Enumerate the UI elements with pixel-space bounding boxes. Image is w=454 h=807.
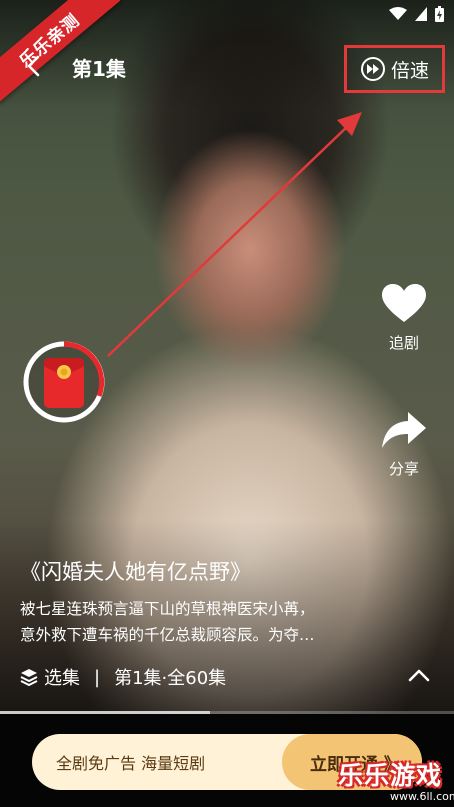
heart-icon: [382, 284, 426, 322]
synopsis-line: 意外救下遭车祸的千亿总裁顾容辰。为夺…: [20, 626, 315, 644]
follow-drama-button[interactable]: 追剧: [380, 284, 428, 353]
watermark-url: www.6ll.com: [390, 790, 454, 803]
video-player-screen[interactable]: 乐乐亲测 第1集 倍速 追剧 分享 《闪婚夫人她有亿点野》 被七星连珠预言逼下山…: [0, 0, 454, 807]
layers-icon: [20, 669, 38, 686]
drama-synopsis[interactable]: 被七星连珠预言逼下山的草根神医宋小苒， 意外救下遭车祸的千亿总裁顾容辰。为夺…: [20, 596, 360, 648]
promo-text: 全剧免广告 海量短剧: [56, 754, 206, 773]
follow-drama-label: 追剧: [388, 334, 419, 352]
watermark-brand: 乐乐游戏: [338, 761, 443, 790]
chevron-up-icon[interactable]: [408, 668, 430, 682]
episode-progress-label: 第1集·全60集: [114, 668, 227, 689]
synopsis-line: 被七星连珠预言逼下山的草根神医宋小苒，: [20, 600, 315, 618]
share-button[interactable]: 分享: [380, 410, 428, 479]
share-icon: [382, 412, 426, 448]
site-watermark: 乐乐游戏 www.6ll.com: [338, 756, 454, 807]
separator: |: [94, 666, 101, 688]
share-label: 分享: [388, 460, 419, 478]
red-packet-reward-button[interactable]: [22, 340, 106, 424]
drama-title: 《闪婚夫人她有亿点野》: [20, 560, 251, 584]
select-episode-label: 选集: [44, 668, 80, 689]
episode-selector[interactable]: 选集 | 第1集·全60集: [20, 664, 226, 690]
red-packet-icon: [23, 341, 105, 423]
